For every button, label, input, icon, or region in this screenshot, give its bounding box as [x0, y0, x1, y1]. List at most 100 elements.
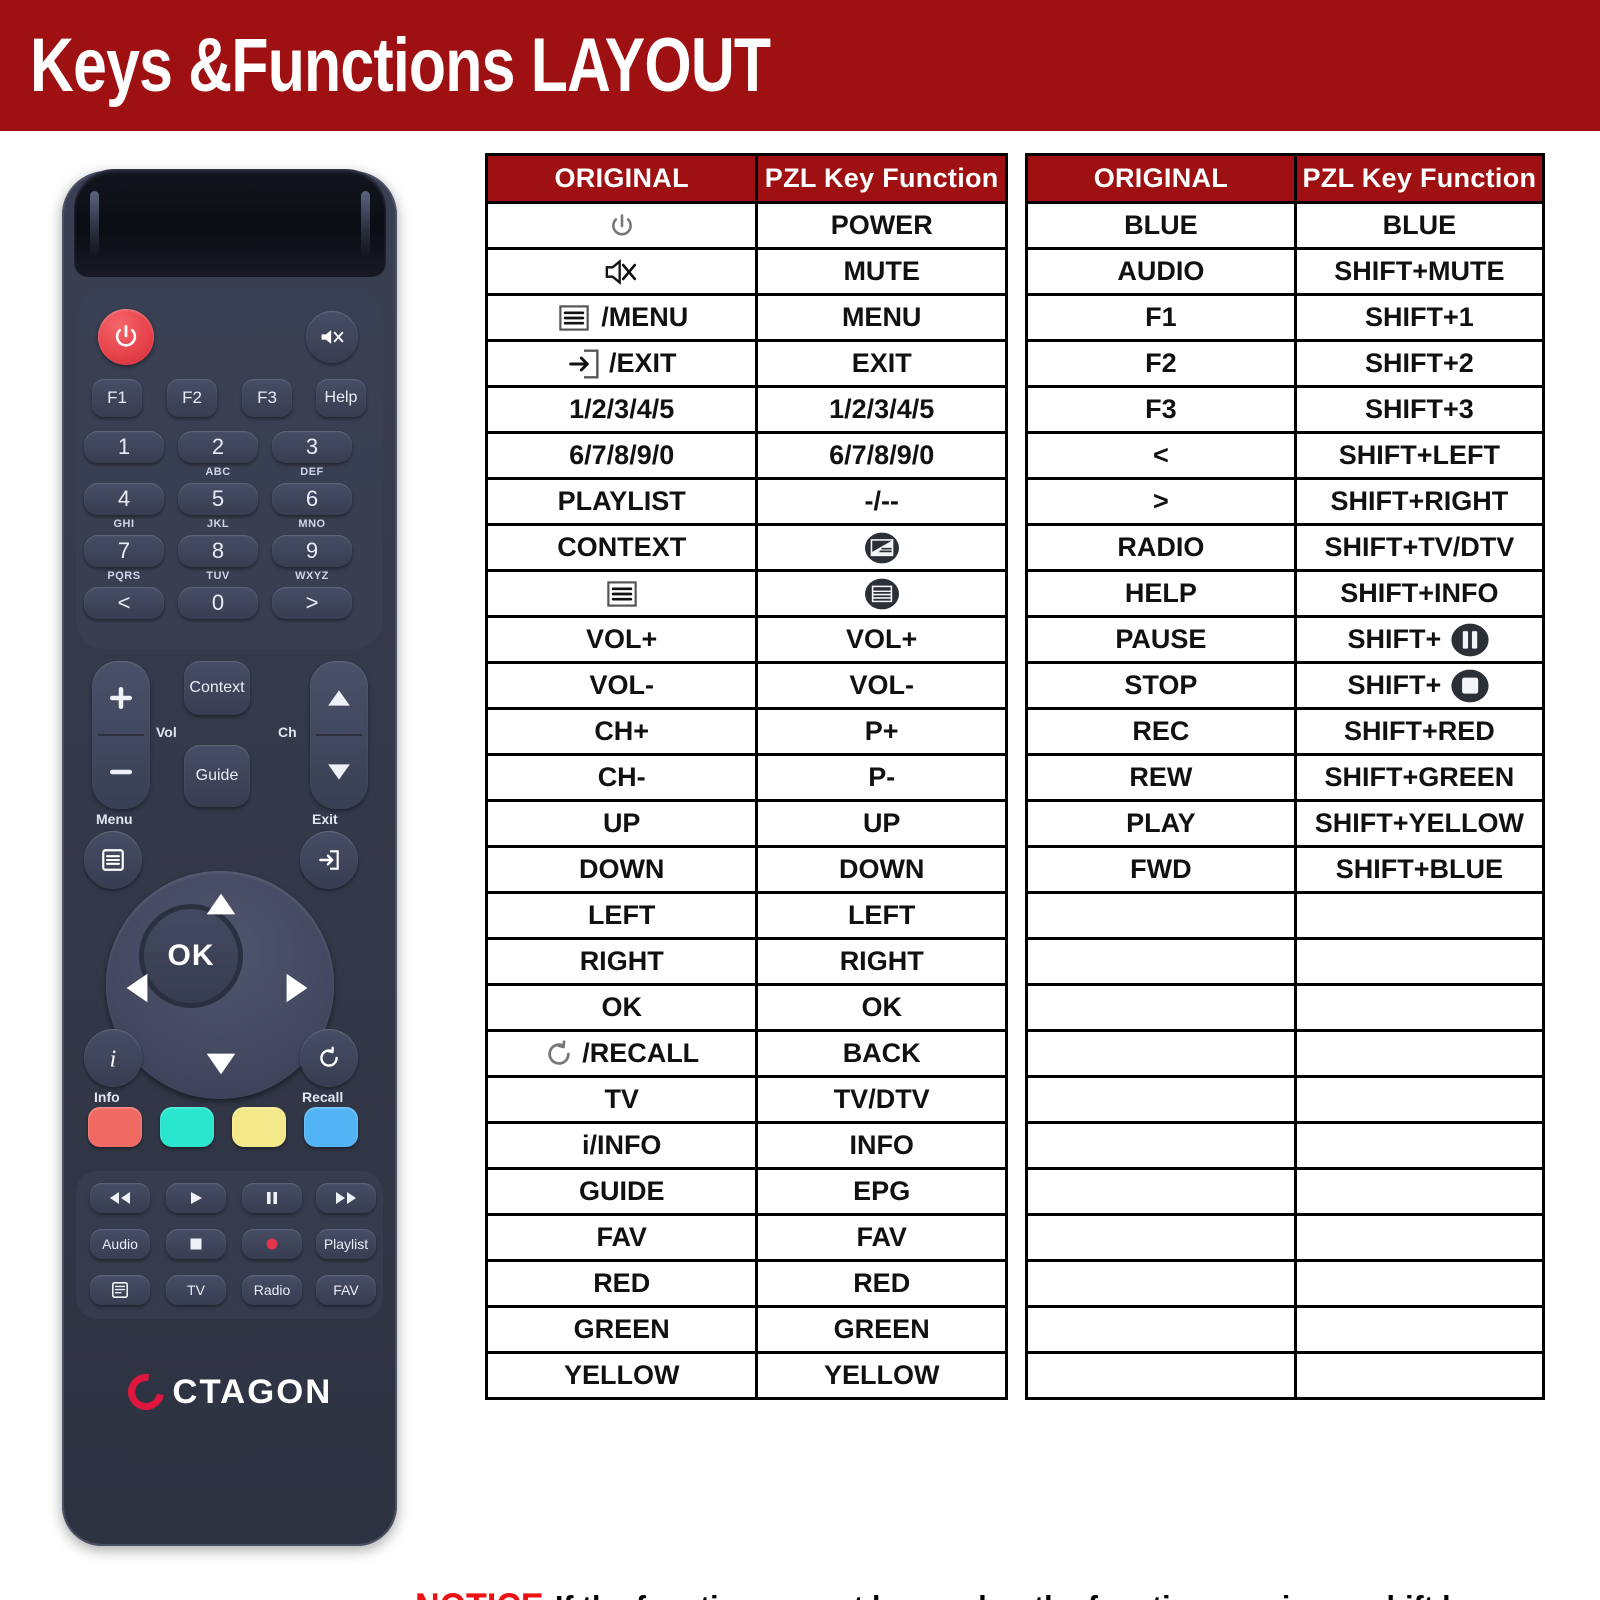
cell-original-text: CH-	[597, 762, 646, 792]
cell-pzl-text: RED	[853, 1268, 911, 1298]
volume-up-icon[interactable]	[92, 683, 150, 713]
cell-pzl: MUTE	[755, 247, 1008, 296]
cell-original: /MENU	[484, 293, 759, 342]
remote-num-0-button[interactable]: 0	[178, 587, 258, 619]
remote-tv-button[interactable]: TV	[166, 1275, 226, 1305]
volume-down-icon[interactable]	[92, 757, 150, 787]
cell-pzl: YELLOW	[755, 1351, 1008, 1400]
remote-audio-button[interactable]: Audio	[90, 1229, 150, 1259]
cell-pzl	[1293, 937, 1546, 986]
cell-original: PLAY	[1025, 799, 1297, 848]
remote-num-9-button[interactable]: 9	[272, 535, 352, 567]
cell-original-text: YELLOW	[563, 1360, 680, 1390]
remote-next-button[interactable]: >	[272, 587, 352, 619]
dpad-up-icon[interactable]	[204, 891, 238, 921]
cell-original: VOL-	[484, 661, 759, 710]
remote-play-button[interactable]	[166, 1183, 226, 1213]
volume-rocker-label: Vol	[156, 724, 177, 740]
remote-rewind-button[interactable]	[90, 1183, 150, 1213]
table-row	[1025, 1121, 1546, 1170]
remote-num-6-button[interactable]: 6	[272, 483, 352, 515]
remote-volume-rocker[interactable]	[92, 661, 150, 809]
table-left-header-original: ORIGINAL	[484, 153, 759, 204]
remote-stop-button[interactable]	[166, 1229, 226, 1259]
cell-pzl-text: 6/7/8/9/0	[829, 440, 935, 470]
remote-pause-button[interactable]	[242, 1183, 302, 1213]
remote-forward-button[interactable]	[316, 1183, 376, 1213]
remote-context-button[interactable]: Context	[184, 661, 250, 715]
notice-block: NOTICE:If the function cannot be used or…	[415, 1586, 1590, 1600]
remote-help-button[interactable]: Help	[316, 379, 366, 417]
table-row: F3 SHIFT+3	[1025, 385, 1546, 434]
remote-num-7-button[interactable]: 7	[84, 535, 164, 567]
cell-pzl-text: OK	[861, 992, 902, 1022]
remote-prev-button[interactable]: <	[84, 587, 164, 619]
remote-num-2-button[interactable]: 2	[178, 431, 258, 463]
dpad-down-icon[interactable]	[204, 1051, 238, 1081]
remote-guide-button[interactable]: Guide	[184, 745, 250, 807]
cell-pzl: BLUE	[1293, 201, 1546, 250]
remote-teletext-button[interactable]	[90, 1275, 150, 1305]
table-row	[1025, 891, 1546, 940]
cell-original: GUIDE	[484, 1167, 759, 1216]
remote-mute-button[interactable]	[306, 311, 358, 363]
remote-f2-button[interactable]: F2	[167, 379, 217, 417]
table-row: GREEN GREEN	[484, 1305, 1008, 1354]
cell-original: /RECALL	[484, 1029, 759, 1078]
channel-up-icon[interactable]	[310, 683, 368, 713]
dpad-left-icon[interactable]	[124, 971, 150, 1009]
remote-blue-color-button[interactable]	[304, 1107, 358, 1147]
table-row	[1025, 1351, 1546, 1400]
page-body: F1 F2 F3 Help 1 2 3 ABC DEF 4 5 6 GHI JK…	[0, 131, 1600, 1600]
octagon-logo-mark-icon	[121, 1366, 172, 1418]
notice-line-1: NOTICE:If the function cannot be used or…	[415, 1586, 1499, 1600]
remote-f1-button[interactable]: F1	[92, 379, 142, 417]
remote-green-color-button[interactable]	[160, 1107, 214, 1147]
remote-f3-button[interactable]: F3	[242, 379, 292, 417]
table-row	[484, 569, 1008, 618]
remote-num-4-button[interactable]: 4	[84, 483, 164, 515]
cell-pzl: SHIFT+LEFT	[1293, 431, 1546, 480]
table-row: F2 SHIFT+2	[1025, 339, 1546, 388]
cell-pzl-text: RIGHT	[839, 946, 924, 976]
table-row: YELLOW YELLOW	[484, 1351, 1008, 1400]
remote-record-button[interactable]	[242, 1229, 302, 1259]
remote-info-button[interactable]: i	[84, 1029, 142, 1087]
cell-original-text: /MENU	[601, 302, 689, 332]
remote-yellow-color-button[interactable]	[232, 1107, 286, 1147]
remote-channel-rocker[interactable]	[310, 661, 368, 809]
table-row	[1025, 1259, 1546, 1308]
remote-red-color-button[interactable]	[88, 1107, 142, 1147]
table-row: PLAY SHIFT+YELLOW	[1025, 799, 1546, 848]
remote-num-3-button[interactable]: 3	[272, 431, 352, 463]
remote-menu-button[interactable]	[84, 831, 142, 889]
cell-original-text: VOL-	[589, 670, 654, 700]
remote-num-8-button[interactable]: 8	[178, 535, 258, 567]
cell-pzl-text: SHIFT+RIGHT	[1330, 486, 1509, 516]
remote-fav-button[interactable]: FAV	[316, 1275, 376, 1305]
remote-num-5-button[interactable]: 5	[178, 483, 258, 515]
dpad-right-icon[interactable]	[284, 971, 310, 1009]
channel-down-icon[interactable]	[310, 757, 368, 787]
cell-pzl-text: BACK	[842, 1038, 921, 1068]
remote-radio-button[interactable]: Radio	[242, 1275, 302, 1305]
cell-pzl-text: SHIFT+INFO	[1340, 578, 1499, 608]
cell-pzl: TV/DTV	[755, 1075, 1008, 1124]
cell-original: VOL+	[484, 615, 759, 664]
cell-pzl-text: SHIFT+GREEN	[1324, 762, 1515, 792]
remote-power-button[interactable]	[98, 309, 154, 365]
remote-playlist-button[interactable]: Playlist	[316, 1229, 376, 1259]
pause-badge-icon	[1451, 623, 1489, 656]
cell-pzl: MENU	[755, 293, 1008, 342]
cell-pzl-text: P+	[864, 716, 899, 746]
remote-recall-button[interactable]	[300, 1029, 358, 1087]
remote-num-9-sublabel: WXYZ	[295, 570, 329, 582]
info-icon: i	[110, 1047, 117, 1071]
remote-num-1-button[interactable]: 1	[84, 431, 164, 463]
cell-pzl-text: MENU	[841, 302, 922, 332]
cell-original	[1025, 983, 1297, 1032]
table-row: i/INFO INFO	[484, 1121, 1008, 1170]
cell-original	[484, 201, 759, 250]
remote-exit-button[interactable]	[300, 831, 358, 889]
cell-original: HELP	[1025, 569, 1297, 618]
